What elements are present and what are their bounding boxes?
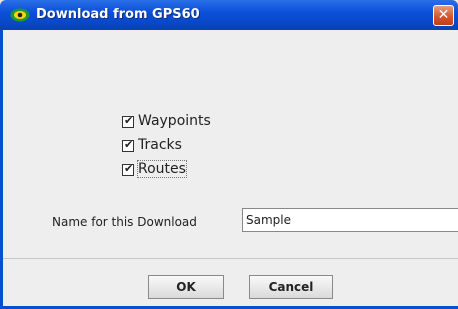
checkbox-box[interactable] bbox=[122, 162, 134, 176]
button-divider bbox=[3, 258, 458, 259]
checkbox-label: Routes bbox=[137, 160, 187, 178]
checkbox-label: Tracks bbox=[138, 137, 182, 153]
checkbox-box[interactable] bbox=[122, 138, 134, 152]
close-button[interactable]: ✕ bbox=[433, 5, 454, 26]
cancel-button[interactable]: Cancel bbox=[249, 275, 333, 299]
dialog-content bbox=[3, 30, 458, 306]
window-title: Download from GPS60 bbox=[36, 7, 200, 22]
ok-button[interactable]: OK bbox=[148, 275, 224, 299]
download-name-input[interactable]: Sample bbox=[242, 208, 458, 232]
checkbox-label: Waypoints bbox=[138, 113, 211, 129]
checkbox-box[interactable] bbox=[122, 114, 134, 128]
download-name-label: Name for this Download bbox=[52, 215, 197, 229]
title-bar: Download from GPS60 ✕ bbox=[0, 0, 458, 30]
eye-icon bbox=[10, 8, 30, 22]
close-icon: ✕ bbox=[437, 7, 450, 23]
